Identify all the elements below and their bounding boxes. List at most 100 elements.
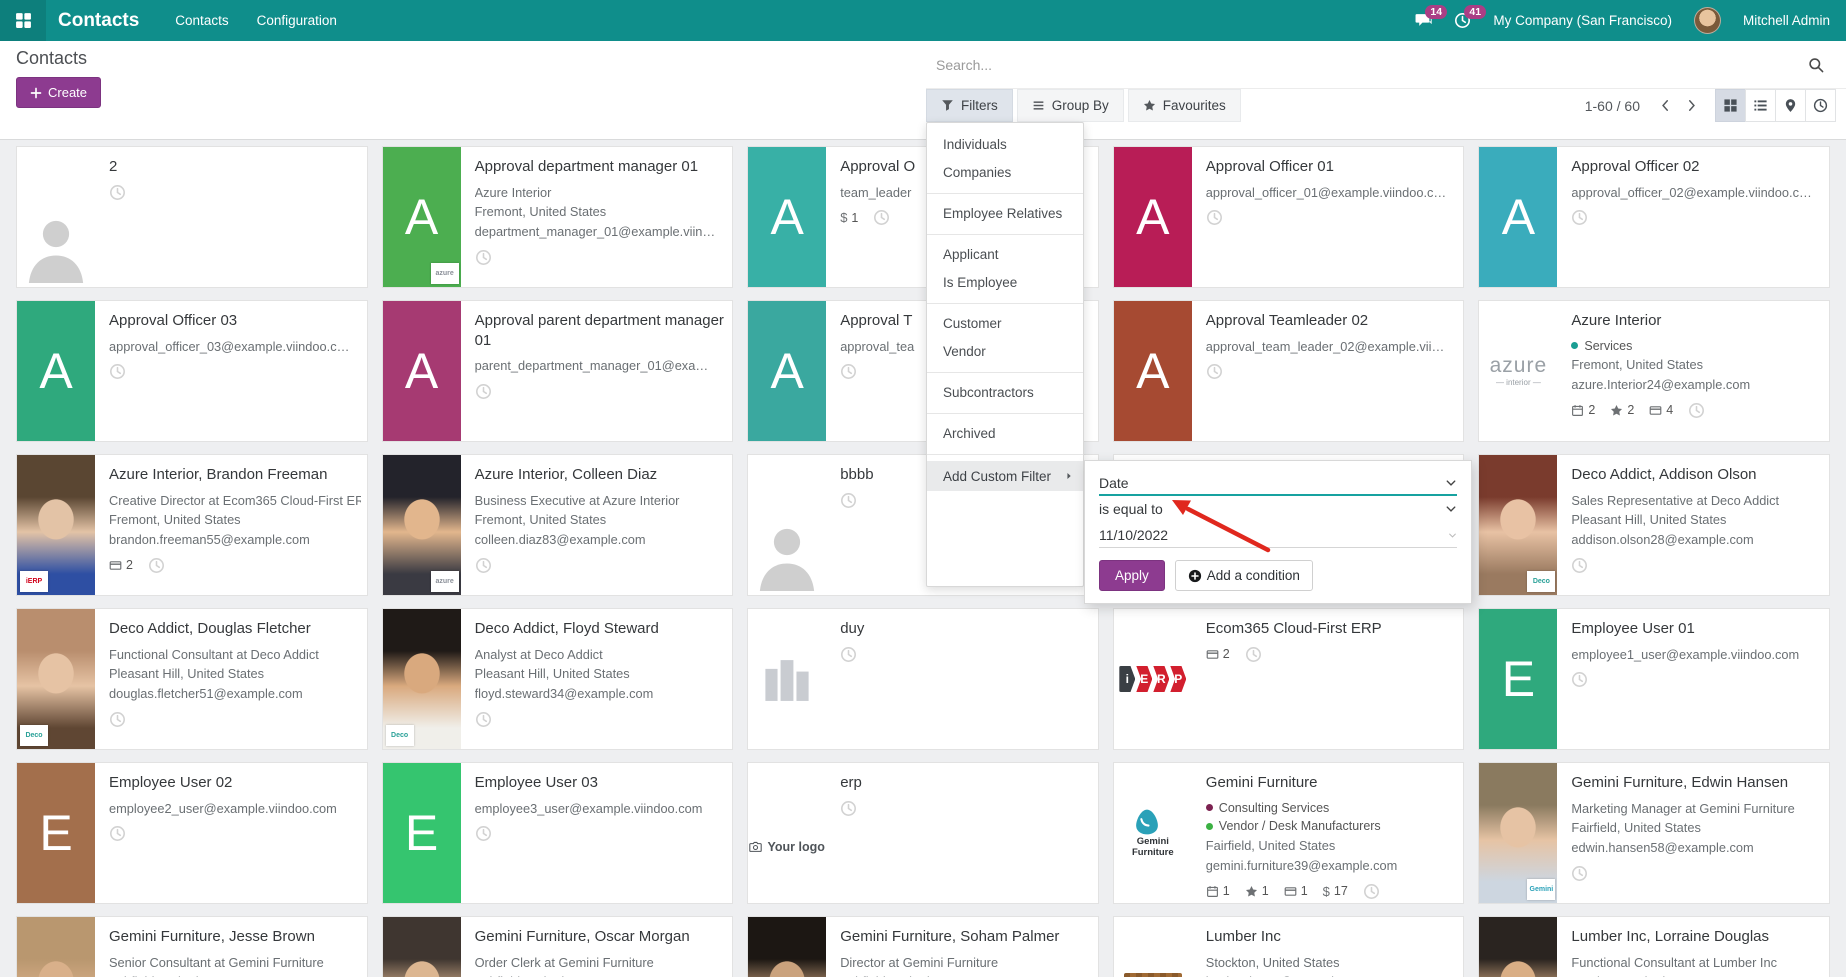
- activity-clock-icon[interactable]: [1245, 646, 1262, 663]
- filter-operator-value: is equal to: [1099, 501, 1163, 517]
- card-stat-badge[interactable]: 1: [1284, 884, 1308, 898]
- user-avatar[interactable]: [1694, 7, 1721, 34]
- activity-clock-icon[interactable]: [840, 363, 857, 380]
- nav-menu-configuration[interactable]: Configuration: [257, 13, 337, 28]
- activity-clock-icon[interactable]: [1571, 209, 1588, 226]
- contact-card[interactable]: EEmployee User 02employee2_user@example.…: [16, 762, 368, 904]
- contact-card[interactable]: Lumber Inc, Lorraine DouglasFunctional C…: [1478, 916, 1830, 977]
- activity-clock-icon[interactable]: [475, 383, 492, 400]
- activity-clock-icon[interactable]: [1571, 557, 1588, 574]
- contact-card[interactable]: GeminiFurnitureGemini FurnitureConsultin…: [1113, 762, 1465, 904]
- contact-card[interactable]: DecoDeco Addict, Addison OlsonSales Repr…: [1478, 454, 1830, 596]
- filter-option-individuals[interactable]: Individuals: [927, 131, 1083, 159]
- contact-card[interactable]: GeminiGemini Furniture, Edwin HansenMark…: [1478, 762, 1830, 904]
- filter-option-archived[interactable]: Archived: [927, 420, 1083, 448]
- card-stat-badge[interactable]: $1: [840, 210, 858, 225]
- list-view-button[interactable]: [1745, 89, 1776, 122]
- filter-option-subcontractors[interactable]: Subcontractors: [927, 379, 1083, 407]
- create-button[interactable]: Create: [16, 77, 101, 108]
- contact-card[interactable]: azure— interior —Azure InteriorServicesF…: [1478, 300, 1830, 442]
- activity-clock-icon[interactable]: [109, 711, 126, 728]
- contact-card[interactable]: EEmployee User 01employee1_user@example.…: [1478, 608, 1830, 750]
- activity-clock-icon[interactable]: [840, 800, 857, 817]
- contact-card[interactable]: AApproval Teamleader 02approval_team_lea…: [1113, 300, 1465, 442]
- add-condition-button[interactable]: Add a condition: [1175, 560, 1313, 591]
- contact-card[interactable]: duy: [747, 608, 1099, 750]
- contact-card[interactable]: Your logoerp: [747, 762, 1099, 904]
- contact-card[interactable]: iERPEcom365 Cloud-First ERP2: [1113, 608, 1465, 750]
- company-switcher[interactable]: My Company (San Francisco): [1493, 13, 1672, 28]
- contact-detail-line: department_manager_01@example.viin…: [475, 222, 727, 242]
- activity-clock-icon[interactable]: [840, 646, 857, 663]
- activity-clock-icon[interactable]: [1688, 402, 1705, 419]
- contact-card[interactable]: DecoDeco Addict, Floyd StewardAnalyst at…: [382, 608, 734, 750]
- contact-card[interactable]: azureAzure Interior, Colleen DiazBusines…: [382, 454, 734, 596]
- contact-detail-line: Director at Gemini Furniture: [840, 953, 1092, 973]
- contact-card[interactable]: EEmployee User 03employee3_user@example.…: [382, 762, 734, 904]
- contact-card[interactable]: AApproval Officer 01approval_officer_01@…: [1113, 146, 1465, 288]
- search-input[interactable]: [926, 56, 1808, 74]
- contact-card[interactable]: Gemini Furniture, Oscar MorganOrder Cler…: [382, 916, 734, 977]
- activity-clock-icon[interactable]: [148, 557, 165, 574]
- add-custom-filter-item[interactable]: Add Custom Filter: [927, 461, 1083, 491]
- filters-button[interactable]: Filters: [926, 89, 1013, 122]
- activity-clock-icon[interactable]: [1206, 209, 1223, 226]
- card-stat-badge[interactable]: 2: [1610, 403, 1634, 417]
- filter-option-customer[interactable]: Customer: [927, 310, 1083, 338]
- filter-operator-select[interactable]: is equal to: [1099, 496, 1457, 521]
- filter-date-input[interactable]: 11/10/2022: [1099, 523, 1457, 548]
- activity-clock-icon[interactable]: [1571, 865, 1588, 882]
- contact-card[interactable]: AApproval parent department manager 01pa…: [382, 300, 734, 442]
- activity-clock-icon[interactable]: [109, 825, 126, 842]
- map-view-button[interactable]: [1775, 89, 1806, 122]
- contact-card[interactable]: LUMBER INCLumber IncStockton, United Sta…: [1113, 916, 1465, 977]
- contact-card[interactable]: AApproval Officer 02approval_officer_02@…: [1478, 146, 1830, 288]
- filter-option-employee-relatives[interactable]: Employee Relatives: [927, 200, 1083, 228]
- activity-view-button[interactable]: [1805, 89, 1836, 122]
- activity-clock-icon[interactable]: [840, 492, 857, 509]
- card-stat-badge[interactable]: $17: [1323, 884, 1348, 899]
- favourites-button[interactable]: Favourites: [1128, 89, 1241, 122]
- filter-option-applicant[interactable]: Applicant: [927, 241, 1083, 269]
- contact-card[interactable]: AazureApproval department manager 01Azur…: [382, 146, 734, 288]
- contact-card[interactable]: AApproval Officer 03approval_officer_03@…: [16, 300, 368, 442]
- activity-clock-icon[interactable]: [475, 557, 492, 574]
- card-stat-badge[interactable]: 4: [1649, 403, 1673, 417]
- group-by-button[interactable]: Group By: [1017, 89, 1124, 122]
- pager-previous-button[interactable]: [1652, 89, 1678, 122]
- apply-button[interactable]: Apply: [1099, 560, 1165, 591]
- activity-clock-icon[interactable]: [475, 825, 492, 842]
- messages-button[interactable]: 14: [1415, 12, 1432, 29]
- card-stat-badge[interactable]: 1: [1206, 884, 1230, 898]
- user-menu[interactable]: Mitchell Admin: [1743, 13, 1830, 28]
- activity-clock-icon[interactable]: [873, 209, 890, 226]
- activity-clock-icon[interactable]: [109, 184, 126, 201]
- search-icon[interactable]: [1808, 57, 1824, 73]
- contact-card[interactable]: Gemini Furniture, Soham PalmerDirector a…: [747, 916, 1099, 977]
- activity-clock-icon[interactable]: [1363, 883, 1380, 900]
- card-stat-badge[interactable]: 2: [1206, 647, 1230, 661]
- card-stat-badge[interactable]: 1: [1245, 884, 1269, 898]
- filter-field-value: Date: [1099, 475, 1129, 491]
- contact-card[interactable]: DecoDeco Addict, Douglas FletcherFunctio…: [16, 608, 368, 750]
- filter-option-is-employee[interactable]: Is Employee: [927, 269, 1083, 297]
- filter-field-select[interactable]: Date: [1099, 471, 1457, 496]
- menu-divider: [927, 193, 1083, 194]
- filter-option-vendor[interactable]: Vendor: [927, 338, 1083, 366]
- activity-clock-icon[interactable]: [1571, 671, 1588, 688]
- activity-clock-icon[interactable]: [475, 711, 492, 728]
- card-stat-badge[interactable]: 2: [1571, 403, 1595, 417]
- filter-option-companies[interactable]: Companies: [927, 159, 1083, 187]
- kanban-view-button[interactable]: [1715, 89, 1746, 122]
- activity-clock-icon[interactable]: [1206, 363, 1223, 380]
- nav-menu-contacts[interactable]: Contacts: [175, 13, 228, 28]
- activity-clock-icon[interactable]: [109, 363, 126, 380]
- contact-card[interactable]: Gemini Furniture, Jesse BrownSenior Cons…: [16, 916, 368, 977]
- contact-card[interactable]: iERPAzure Interior, Brandon FreemanCreat…: [16, 454, 368, 596]
- pager-next-button[interactable]: [1678, 89, 1704, 122]
- activities-button[interactable]: 41: [1454, 12, 1471, 29]
- apps-menu-button[interactable]: [0, 0, 46, 41]
- activity-clock-icon[interactable]: [475, 249, 492, 266]
- contact-card[interactable]: 2: [16, 146, 368, 288]
- card-stat-badge[interactable]: 2: [109, 558, 133, 572]
